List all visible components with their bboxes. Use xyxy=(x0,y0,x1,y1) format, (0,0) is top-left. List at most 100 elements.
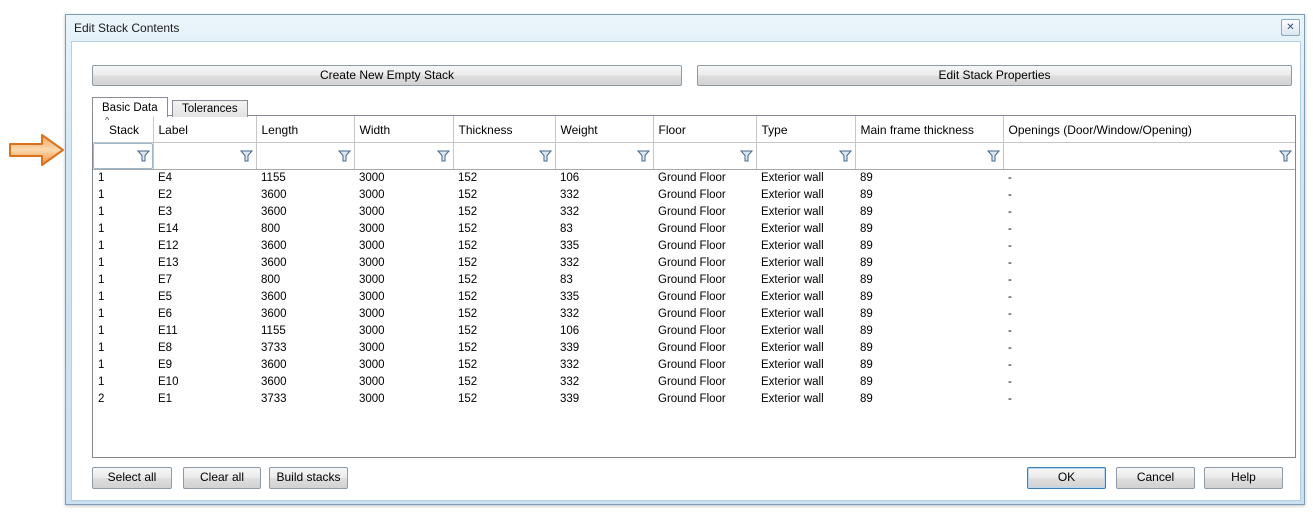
filter-icon[interactable] xyxy=(437,150,450,162)
filter-cell[interactable] xyxy=(855,142,1003,169)
column-header[interactable]: Main frame thickness xyxy=(855,116,1003,142)
table-row[interactable]: 1E1111553000152106Ground FloorExterior w… xyxy=(93,322,1295,339)
filter-icon[interactable] xyxy=(839,150,852,162)
cancel-button[interactable]: Cancel xyxy=(1116,467,1195,489)
column-header[interactable]: Floor xyxy=(653,116,756,142)
column-header[interactable]: Width xyxy=(354,116,453,142)
column-header-label: Width xyxy=(360,123,391,137)
table-row[interactable]: 1E1036003000152332Ground FloorExterior w… xyxy=(93,373,1295,390)
stack-contents-grid[interactable]: ^StackLabel Length Width Thickness Weight Flo… xyxy=(92,115,1296,458)
table-row[interactable]: 1E7800300015283Ground FloorExterior wall… xyxy=(93,271,1295,288)
create-new-empty-stack-button[interactable]: Create New Empty Stack xyxy=(92,65,682,86)
tab-tolerances[interactable]: Tolerances xyxy=(172,100,248,117)
edit-stack-properties-button[interactable]: Edit Stack Properties xyxy=(697,65,1292,86)
table-row[interactable]: 1E411553000152106Ground FloorExterior wa… xyxy=(93,169,1295,186)
help-button[interactable]: Help xyxy=(1204,467,1283,489)
cell: 1 xyxy=(93,203,153,220)
cell: 1 xyxy=(93,356,153,373)
cell: 152 xyxy=(453,237,555,254)
cell: 1 xyxy=(93,254,153,271)
select-all-button[interactable]: Select all xyxy=(92,467,172,489)
cell: Exterior wall xyxy=(756,339,855,356)
table-row[interactable]: 1E1336003000152332Ground FloorExterior w… xyxy=(93,254,1295,271)
cell: 89 xyxy=(855,373,1003,390)
cell: 3600 xyxy=(256,288,354,305)
column-header[interactable]: Label xyxy=(153,116,256,142)
filter-icon[interactable] xyxy=(539,150,552,162)
filter-cell[interactable] xyxy=(653,142,756,169)
filter-cell[interactable] xyxy=(354,142,453,169)
filter-cell[interactable] xyxy=(453,142,555,169)
cell: 3600 xyxy=(256,203,354,220)
filter-icon[interactable] xyxy=(240,150,253,162)
cell: 152 xyxy=(453,186,555,203)
cell: Exterior wall xyxy=(756,220,855,237)
table-row[interactable]: 1E936003000152332Ground FloorExterior wa… xyxy=(93,356,1295,373)
table-row[interactable]: 1E636003000152332Ground FloorExterior wa… xyxy=(93,305,1295,322)
filter-icon[interactable] xyxy=(137,150,150,162)
cell: 1 xyxy=(93,339,153,356)
filter-cell[interactable] xyxy=(756,142,855,169)
cell: Exterior wall xyxy=(756,203,855,220)
cell: - xyxy=(1003,254,1295,271)
filter-cell[interactable] xyxy=(93,142,153,169)
column-header[interactable]: Thickness xyxy=(453,116,555,142)
cell: 3000 xyxy=(354,203,453,220)
column-header[interactable]: Weight xyxy=(555,116,653,142)
clear-all-button[interactable]: Clear all xyxy=(183,467,261,489)
filter-icon[interactable] xyxy=(338,150,351,162)
column-header[interactable]: Length xyxy=(256,116,354,142)
table-row[interactable]: 1E336003000152332Ground FloorExterior wa… xyxy=(93,203,1295,220)
cell: 3000 xyxy=(354,305,453,322)
cell: 152 xyxy=(453,288,555,305)
column-header-label: Stack xyxy=(109,123,139,137)
cell: 332 xyxy=(555,373,653,390)
cell: 3000 xyxy=(354,288,453,305)
cell: - xyxy=(1003,288,1295,305)
column-header-label: Main frame thickness xyxy=(861,123,974,137)
table-row[interactable]: 1E1236003000152335Ground FloorExterior w… xyxy=(93,237,1295,254)
cell: 1155 xyxy=(256,169,354,186)
title-bar[interactable]: Edit Stack Contents ✕ xyxy=(66,15,1304,41)
cell: - xyxy=(1003,373,1295,390)
cell: Exterior wall xyxy=(756,356,855,373)
cell: 152 xyxy=(453,203,555,220)
filter-icon[interactable] xyxy=(987,150,1000,162)
filter-icon[interactable] xyxy=(637,150,650,162)
table-row[interactable]: 1E837333000152339Ground FloorExterior wa… xyxy=(93,339,1295,356)
cell: E4 xyxy=(153,169,256,186)
table-row[interactable]: 1E236003000152332Ground FloorExterior wa… xyxy=(93,186,1295,203)
filter-cell[interactable] xyxy=(256,142,354,169)
cell: E1 xyxy=(153,390,256,407)
cell: 152 xyxy=(453,169,555,186)
tab-basic-data[interactable]: Basic Data xyxy=(92,97,168,117)
cell: 152 xyxy=(453,271,555,288)
filter-icon[interactable] xyxy=(740,150,753,162)
column-header-label: Thickness xyxy=(459,123,513,137)
filter-icon[interactable] xyxy=(1279,150,1292,162)
ok-button[interactable]: OK xyxy=(1027,467,1106,489)
filter-cell[interactable] xyxy=(555,142,653,169)
build-stacks-button[interactable]: Build stacks xyxy=(269,467,348,489)
column-header[interactable]: Type xyxy=(756,116,855,142)
cell: Exterior wall xyxy=(756,186,855,203)
close-icon[interactable]: ✕ xyxy=(1281,19,1300,36)
cell: 332 xyxy=(555,186,653,203)
cell: 89 xyxy=(855,220,1003,237)
column-header-label: Length xyxy=(262,123,299,137)
edit-stack-contents-dialog: Edit Stack Contents ✕ Create New Empty S… xyxy=(65,14,1305,505)
cell: 332 xyxy=(555,203,653,220)
cell: 3600 xyxy=(256,186,354,203)
column-header-label: Floor xyxy=(659,123,686,137)
column-header[interactable]: ^Stack xyxy=(93,116,153,142)
column-header[interactable]: Openings (Door/Window/Opening) xyxy=(1003,116,1295,142)
cell: E9 xyxy=(153,356,256,373)
filter-cell[interactable] xyxy=(1003,142,1295,169)
cell: 1 xyxy=(93,186,153,203)
table-row[interactable]: 1E14800300015283Ground FloorExterior wal… xyxy=(93,220,1295,237)
table-row[interactable]: 2E137333000152339Ground FloorExterior wa… xyxy=(93,390,1295,407)
cell: 1 xyxy=(93,169,153,186)
table-row[interactable]: 1E536003000152335Ground FloorExterior wa… xyxy=(93,288,1295,305)
cell: 3600 xyxy=(256,237,354,254)
filter-cell[interactable] xyxy=(153,142,256,169)
